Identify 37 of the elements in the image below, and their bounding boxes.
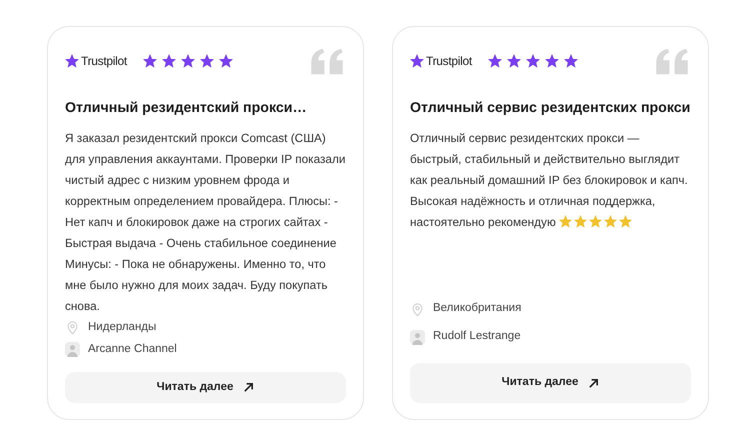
star-icon <box>65 54 79 68</box>
star-icon <box>180 54 195 68</box>
star-icon <box>142 54 157 68</box>
star-icon <box>526 54 540 68</box>
star-icon <box>574 215 588 228</box>
star-icon <box>162 54 176 68</box>
star-icon <box>589 215 602 228</box>
trustpilot-logo: Trustpilot <box>65 52 127 70</box>
star-icon <box>200 54 214 68</box>
author-name: Arcanne Channel <box>88 342 177 357</box>
star-icon <box>564 54 578 68</box>
quote-icon <box>653 48 691 76</box>
star-icon <box>410 54 424 68</box>
review-title: Отличный сервис резидентских прокси <box>410 99 691 118</box>
arrow-icon <box>243 382 254 393</box>
star-icon <box>488 54 502 68</box>
author-name: Rudolf Lestrange <box>433 329 521 344</box>
star-icon <box>559 215 572 228</box>
read-more-button[interactable]: Читать далее <box>65 372 346 403</box>
read-more-button[interactable]: Читать далее <box>410 363 691 403</box>
star-icon <box>218 54 233 68</box>
location-text: Великобритания <box>433 301 522 316</box>
review-text: Отличный сервис резидентских прокси — быстрый, стабильный и действительно выглядит как реальный домашний IP без блокировок и капч. Высокая надёжность и отличная поддержка, настоятельно рекомендую <box>410 130 689 232</box>
avatar-icon <box>65 342 80 357</box>
location-text: Нидерланды <box>88 320 156 336</box>
review-title: Отличный резидентский прокси… <box>65 99 308 118</box>
quote-icon <box>308 48 346 76</box>
star-icon <box>604 215 618 228</box>
location-pin-icon <box>410 302 425 316</box>
arrow-icon <box>588 378 600 388</box>
star-icon <box>619 215 632 228</box>
review-text: Я заказал резидентский прокси Comcast (США) для управления аккаунтами. Проверки IP показали чистый адрес с низким уровнем фрода и корректным определением провайдера. Плюсы: - Нет капч и блокировок даже на строгих сайтах - Быстрая выдача - Очень стабильное соединение Минусы: - Пока не обнаружены. Именно то, что мне было нужно для моих задач. Буду покупать снова. <box>65 130 346 316</box>
star-icon <box>544 54 559 68</box>
avatar-icon <box>410 330 425 344</box>
trustpilot-logo: Trustpilot <box>410 52 472 70</box>
location-pin-icon <box>65 320 80 336</box>
star-icon <box>506 54 521 68</box>
